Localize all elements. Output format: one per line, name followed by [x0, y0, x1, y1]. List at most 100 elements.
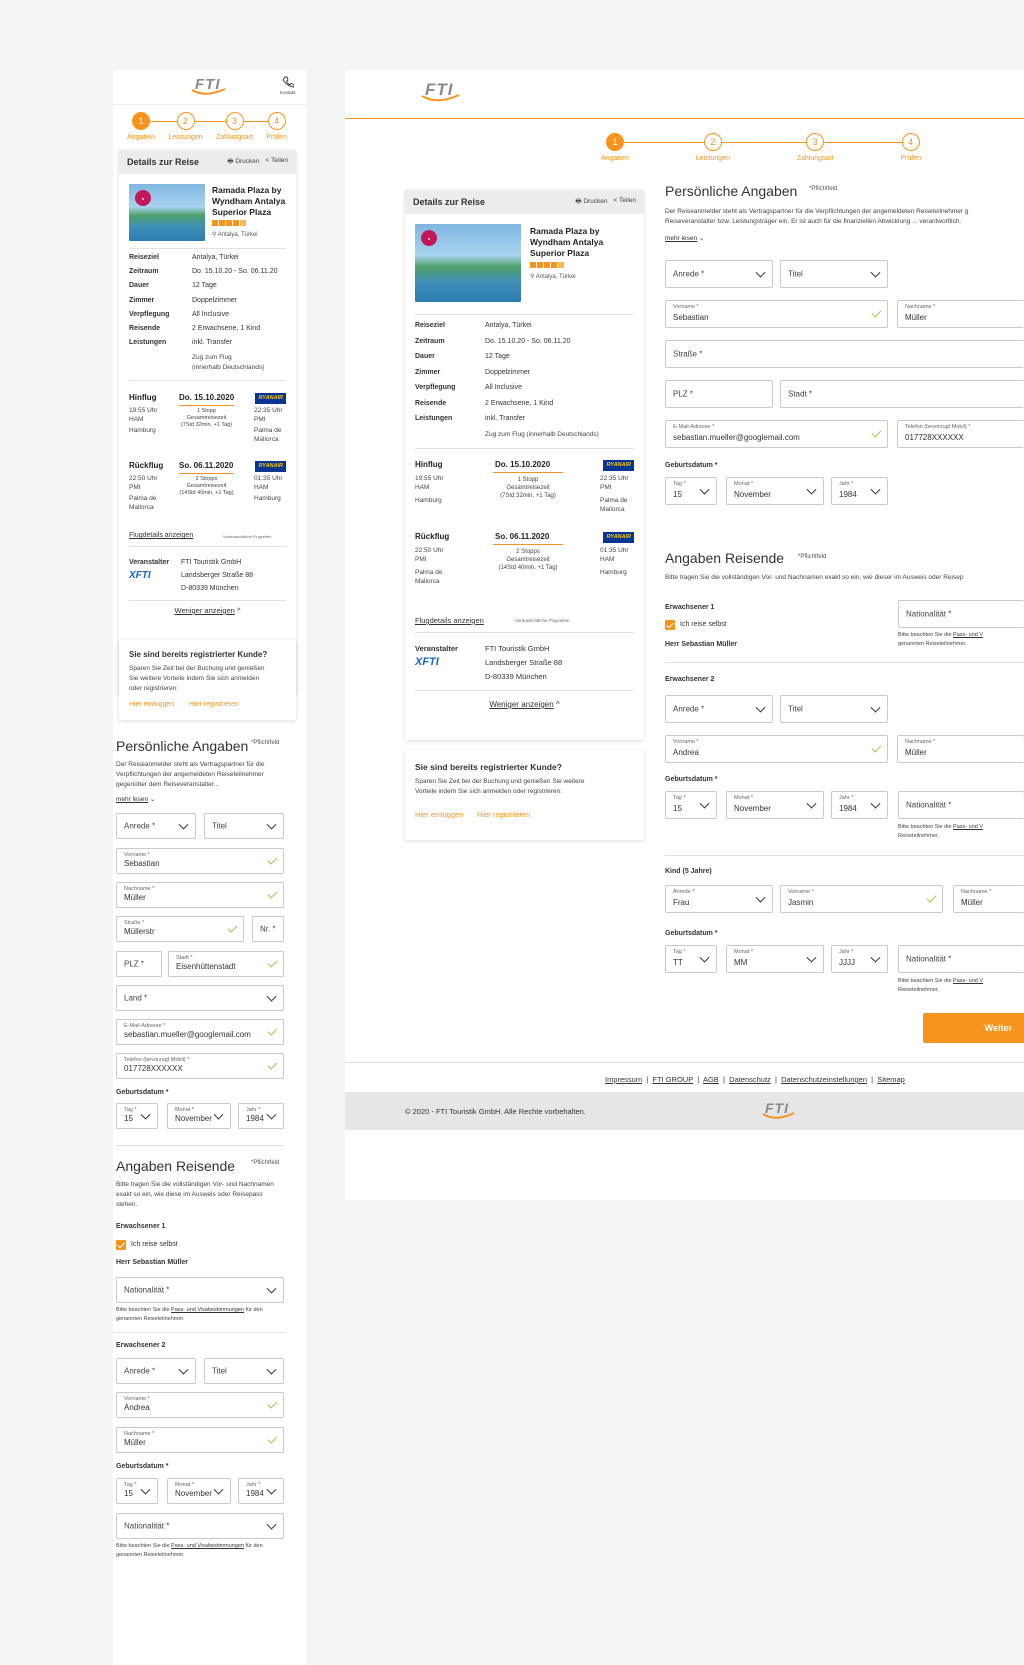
nationality-select-adult2[interactable]: Nationalität * — [898, 791, 1024, 819]
footer-link-fti-group[interactable]: FTI GROUP — [652, 1075, 693, 1084]
login-link[interactable]: Hier einloggen — [415, 810, 463, 819]
dob-year-select[interactable]: Jahr * 1984 — [831, 477, 888, 505]
pass-visa-link[interactable]: Pass- und V — [953, 632, 983, 638]
flight-details-link[interactable]: Flugdetails anzeigen — [129, 532, 193, 539]
share-button[interactable]: < Teilen — [266, 157, 288, 168]
plz-input[interactable]: PLZ * — [116, 951, 162, 977]
travellers-title: Angaben Reisende — [116, 1158, 236, 1174]
show-less-link[interactable]: Weniger anzeigen ^ — [119, 606, 296, 615]
ryanair-logo: RYANAIR — [603, 460, 634, 471]
flight-details-link[interactable]: Flugdetails anzeigen — [415, 616, 484, 625]
nationality-select-child[interactable]: Nationalität * — [898, 945, 1024, 973]
pass-visa-link[interactable]: Pass- und V — [953, 978, 983, 984]
share-button[interactable]: < Teilen — [614, 197, 636, 208]
plz-input[interactable]: PLZ * — [665, 380, 773, 408]
vorname-input-child[interactable]: Vorname * Jasmin — [780, 885, 943, 913]
dob-day-select-adult2[interactable]: Tag * 15 — [116, 1478, 158, 1504]
register-link[interactable]: Hier registrieren — [189, 701, 239, 708]
footer-link-datenschutzeinstellungen[interactable]: Datenschutzeinstellungen — [781, 1075, 867, 1084]
footer-link-agb[interactable]: AGB — [703, 1075, 719, 1084]
pass-visa-link[interactable]: Pass- und V — [953, 824, 983, 830]
print-button[interactable]: 🖶 Drucken — [227, 157, 259, 168]
dob-month-select[interactable]: Monat * November — [167, 1103, 231, 1129]
desktop-logo[interactable]: FTI — [421, 80, 460, 102]
hotel-badge-icon: ● — [135, 190, 151, 206]
registered-customer-card: Sie sind bereits registrierter Kunde? Sp… — [119, 640, 296, 720]
hausnummer-input[interactable]: Nr. * — [252, 916, 284, 942]
titel-select-adult2[interactable]: Titel — [780, 695, 888, 723]
email-input[interactable]: E-Mail-Adresse * sebastian.mueller@google… — [665, 420, 888, 448]
registered-customer-card: Sie sind bereits registrierter Kunde? Sp… — [405, 750, 644, 840]
personal-title: Persönliche Angaben — [665, 183, 798, 199]
step-zahlungsart[interactable]: 3 Zahlungsart — [797, 133, 834, 162]
read-more-link[interactable]: mehr lesen ⌄ — [665, 234, 704, 242]
pass-visa-link[interactable]: Pass- und Visabestimmungen — [171, 1307, 244, 1313]
titel-select[interactable]: Titel — [780, 260, 888, 288]
dob-year-select-child[interactable]: Jahr * JJJJ — [831, 945, 888, 973]
nationality-select-adult1[interactable]: Nationalität * — [116, 1277, 284, 1303]
contact-button[interactable]: Kontakt — [280, 76, 295, 95]
pass-visa-link[interactable]: Pass- und Visabestimmungen — [171, 1543, 244, 1549]
vorname-input[interactable]: Vorname * Sebastian — [665, 300, 888, 328]
register-link[interactable]: Hier registrieren — [477, 810, 530, 819]
self-travel-checkbox[interactable] — [116, 1240, 126, 1250]
dob-day-select[interactable]: Tag * 15 — [665, 477, 717, 505]
dob-month-select[interactable]: Monat * November — [726, 477, 824, 505]
dob-year-select-adult2[interactable]: Jahr * 1984 — [831, 791, 888, 819]
step-leistungen[interactable]: 2 Leistungen — [696, 133, 730, 162]
footer-link-datenschutz[interactable]: Datenschutz — [729, 1075, 771, 1084]
stadt-input[interactable]: Stadt * Eisenhüttenstadt — [168, 951, 284, 977]
anrede-select-adult2[interactable]: Anrede * — [665, 695, 773, 723]
strasse-input[interactable]: Straße * — [665, 340, 1024, 368]
hotel-image[interactable]: ● — [129, 184, 205, 241]
vorname-input-adult2[interactable]: Vorname * Andrea — [665, 735, 888, 763]
stadt-input[interactable]: Stadt * — [780, 380, 1024, 408]
hotel-image[interactable]: ● — [415, 224, 521, 302]
nachname-input-adult2[interactable]: Nachname * Müller — [897, 735, 1024, 763]
titel-select-adult2[interactable]: Titel — [204, 1358, 284, 1384]
footer-link-impressum[interactable]: Impressum — [605, 1075, 642, 1084]
nachname-input-child[interactable]: Nachname * Müller — [953, 885, 1024, 913]
nationality-select-adult1[interactable]: Nationalität * — [898, 600, 1024, 628]
dob-year-select[interactable]: Jahr * 1984 — [238, 1103, 284, 1129]
nachname-input[interactable]: Nachname * Müller — [897, 300, 1024, 328]
step-angaben[interactable]: 1 Angaben — [601, 133, 629, 162]
step-pruefen[interactable]: 4 Prüfen — [900, 133, 921, 162]
print-button[interactable]: 🖶 Drucken — [575, 197, 607, 208]
anrede-select[interactable]: Anrede * — [116, 813, 196, 839]
self-travel-checkbox[interactable] — [665, 620, 675, 630]
dob-year-select-adult2[interactable]: Jahr * 1984 — [238, 1478, 284, 1504]
email-input[interactable]: E-Mail-Adresse * sebastian.mueller@google… — [116, 1019, 284, 1045]
anrede-select[interactable]: Anrede * — [665, 260, 773, 288]
dob-day-select-child[interactable]: Tag * TT — [665, 945, 717, 973]
land-select[interactable]: Land * — [116, 985, 284, 1011]
strasse-input[interactable]: Straße * Müllerstr — [116, 916, 244, 942]
phone-input[interactable]: Telefon (bevorzugt Mobil) * 017728XXXXXX — [897, 420, 1024, 448]
dob-month-select-adult2[interactable]: Monat * November — [726, 791, 824, 819]
read-more-link[interactable]: mehr lesen ⌄ — [116, 795, 155, 803]
step-angaben[interactable]: 1 Angaben — [127, 112, 155, 141]
anrede-select-adult2[interactable]: Anrede * — [116, 1358, 196, 1384]
anrede-select-child[interactable]: Anrede * Frau — [665, 885, 773, 913]
vorname-input-adult2[interactable]: Vorname * Andrea — [116, 1392, 284, 1418]
nachname-input[interactable]: Nachname * Müller — [116, 882, 284, 908]
next-button[interactable]: Weiter — [923, 1013, 1024, 1043]
phone-input[interactable]: Telefon (bevorzugt Mobil) * 017728XXXXXX — [116, 1053, 284, 1079]
login-link[interactable]: Hier einloggen — [129, 701, 174, 708]
nachname-input-adult2[interactable]: Nachname * Müller — [116, 1427, 284, 1453]
vorname-input[interactable]: Vorname * Sebastian — [116, 848, 284, 874]
step-leistungen[interactable]: 2 Leistungen — [168, 112, 203, 141]
titel-select[interactable]: Titel — [204, 813, 284, 839]
dob-day-select[interactable]: Tag * 15 — [116, 1103, 158, 1129]
nationality-select-adult2[interactable]: Nationalität * — [116, 1513, 284, 1539]
mobile-logo[interactable]: FTI — [191, 76, 226, 95]
dob-month-select-adult2[interactable]: Monat * November — [167, 1478, 231, 1504]
step-zahlungsart[interactable]: 3 Zahlungsart — [216, 112, 253, 141]
dob-day-select-adult2[interactable]: Tag * 15 — [665, 791, 717, 819]
step-pruefen[interactable]: 4 Prüfen — [266, 112, 287, 141]
show-less-link[interactable]: Weniger anzeigen ^ — [405, 700, 644, 709]
footer-link-sitemap[interactable]: Sitemap — [877, 1075, 905, 1084]
logo-swoosh-icon — [421, 94, 460, 102]
footer-logo[interactable]: FTI — [762, 1100, 795, 1119]
dob-month-select-child[interactable]: Monat * MM — [726, 945, 824, 973]
